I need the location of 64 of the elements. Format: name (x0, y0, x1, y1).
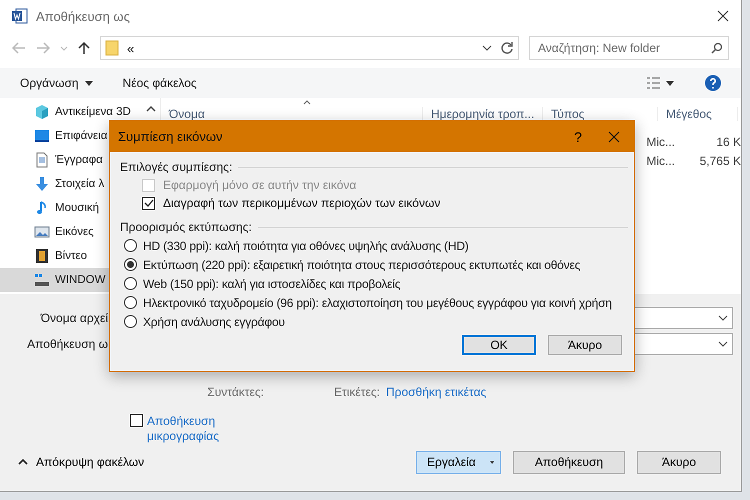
help-button[interactable]: ? (566, 128, 590, 146)
window-title: Αποθήκευση ως (36, 8, 131, 24)
checkbox-label: Διαγραφή των περικομμένων περιοχών των εικόνων (163, 196, 440, 210)
table-cell-text: 16 K (715, 134, 741, 148)
dropdown-icon (482, 45, 492, 51)
address-bar[interactable]: « (100, 36, 519, 60)
radio-button[interactable] (124, 315, 137, 328)
checkbox-label: Εφαρμογή μόνο σε αυτήν την εικόνα (163, 178, 356, 192)
organize-button[interactable]: Οργάνωση (20, 76, 93, 90)
up-icon[interactable] (78, 41, 90, 55)
save-button[interactable]: Αποθήκευση (513, 450, 625, 474)
chevron-icon (718, 315, 728, 321)
table-cell-text: Mic... (646, 134, 676, 148)
radio-label: HD (330 ppi): καλή ποιότητα για οθόνες υψηλής ανάλυσης (HD) (143, 238, 469, 252)
save-type-label: Αποθήκευση ω (26, 337, 109, 351)
document-icon (34, 152, 50, 168)
dialog-title: Συμπίεση εικόνων (118, 129, 224, 144)
section-heading: Επιλογές συμπίεσης: (120, 160, 232, 174)
sidebar-item[interactable]: Αντικείμενα 3D (0, 100, 160, 124)
film-icon (34, 248, 50, 264)
column-header[interactable]: Μέγεθος (658, 107, 738, 121)
radio-button[interactable] (124, 239, 137, 252)
folder-icon (105, 40, 119, 56)
caret-icon (84, 80, 93, 86)
table-cell-text: 5,765 K (698, 154, 741, 168)
monitor-icon (34, 128, 50, 144)
tags-label: Ετικέτες: (334, 385, 380, 399)
word-app-icon (12, 8, 28, 24)
radio-label: Ηλεκτρονικό ταχυδρομείο (96 ppi): ελαχιστοποίηση του μεγέθους εγγράφου για κοινή χρήση (143, 296, 612, 310)
view-options-icon[interactable] (647, 77, 675, 89)
search-icon (711, 42, 723, 54)
authors-label: Συντάκτες: (206, 385, 264, 399)
down-arrow-icon (34, 176, 50, 192)
checkbox[interactable] (142, 196, 155, 210)
table-cell-text: Mic... (646, 154, 676, 168)
close-icon[interactable] (717, 10, 729, 22)
tools-button[interactable]: Εργαλεία (416, 450, 501, 474)
thumbnail-checkbox[interactable] (130, 414, 143, 427)
thumbnail-label[interactable]: Αποθήκευση μικρογραφίας (147, 414, 237, 444)
new-folder-button[interactable]: Νέος φάκελος (122, 76, 617, 90)
chevron-up-icon (18, 459, 28, 465)
cancel-button[interactable]: Άκυρο (637, 450, 721, 474)
section-heading: Προορισμός εκτύπωσης: (120, 220, 252, 234)
radio-label: Χρήση ανάλυσης εγγράφου (143, 314, 285, 328)
picture-icon (34, 224, 50, 240)
radio-button[interactable] (124, 258, 137, 271)
scroll-up-icon[interactable] (146, 106, 156, 112)
close-icon[interactable] (608, 130, 620, 142)
ok-button[interactable]: OK (462, 335, 536, 355)
radio-button[interactable] (124, 277, 137, 290)
help-icon[interactable] (705, 75, 721, 91)
drive-icon (34, 272, 50, 288)
hide-folders-button[interactable]: Απόκρυψη φακέλων (18, 455, 404, 469)
cube-icon (34, 104, 50, 120)
sort-caret-icon (303, 100, 311, 105)
refresh-icon[interactable] (500, 41, 514, 55)
search-field[interactable]: Αναζήτηση: New folder (529, 36, 729, 60)
cancel-button[interactable]: Άκυρο (548, 335, 622, 355)
caret-icon (490, 460, 494, 464)
filename-label: Όνομα αρχεί (39, 311, 109, 325)
radio-button[interactable] (124, 296, 137, 309)
sidebar-item[interactable]: Μουσική (0, 196, 160, 220)
chevron-icon (718, 341, 728, 347)
add-tag-link[interactable]: Προσθήκη ετικέτας (386, 385, 486, 399)
